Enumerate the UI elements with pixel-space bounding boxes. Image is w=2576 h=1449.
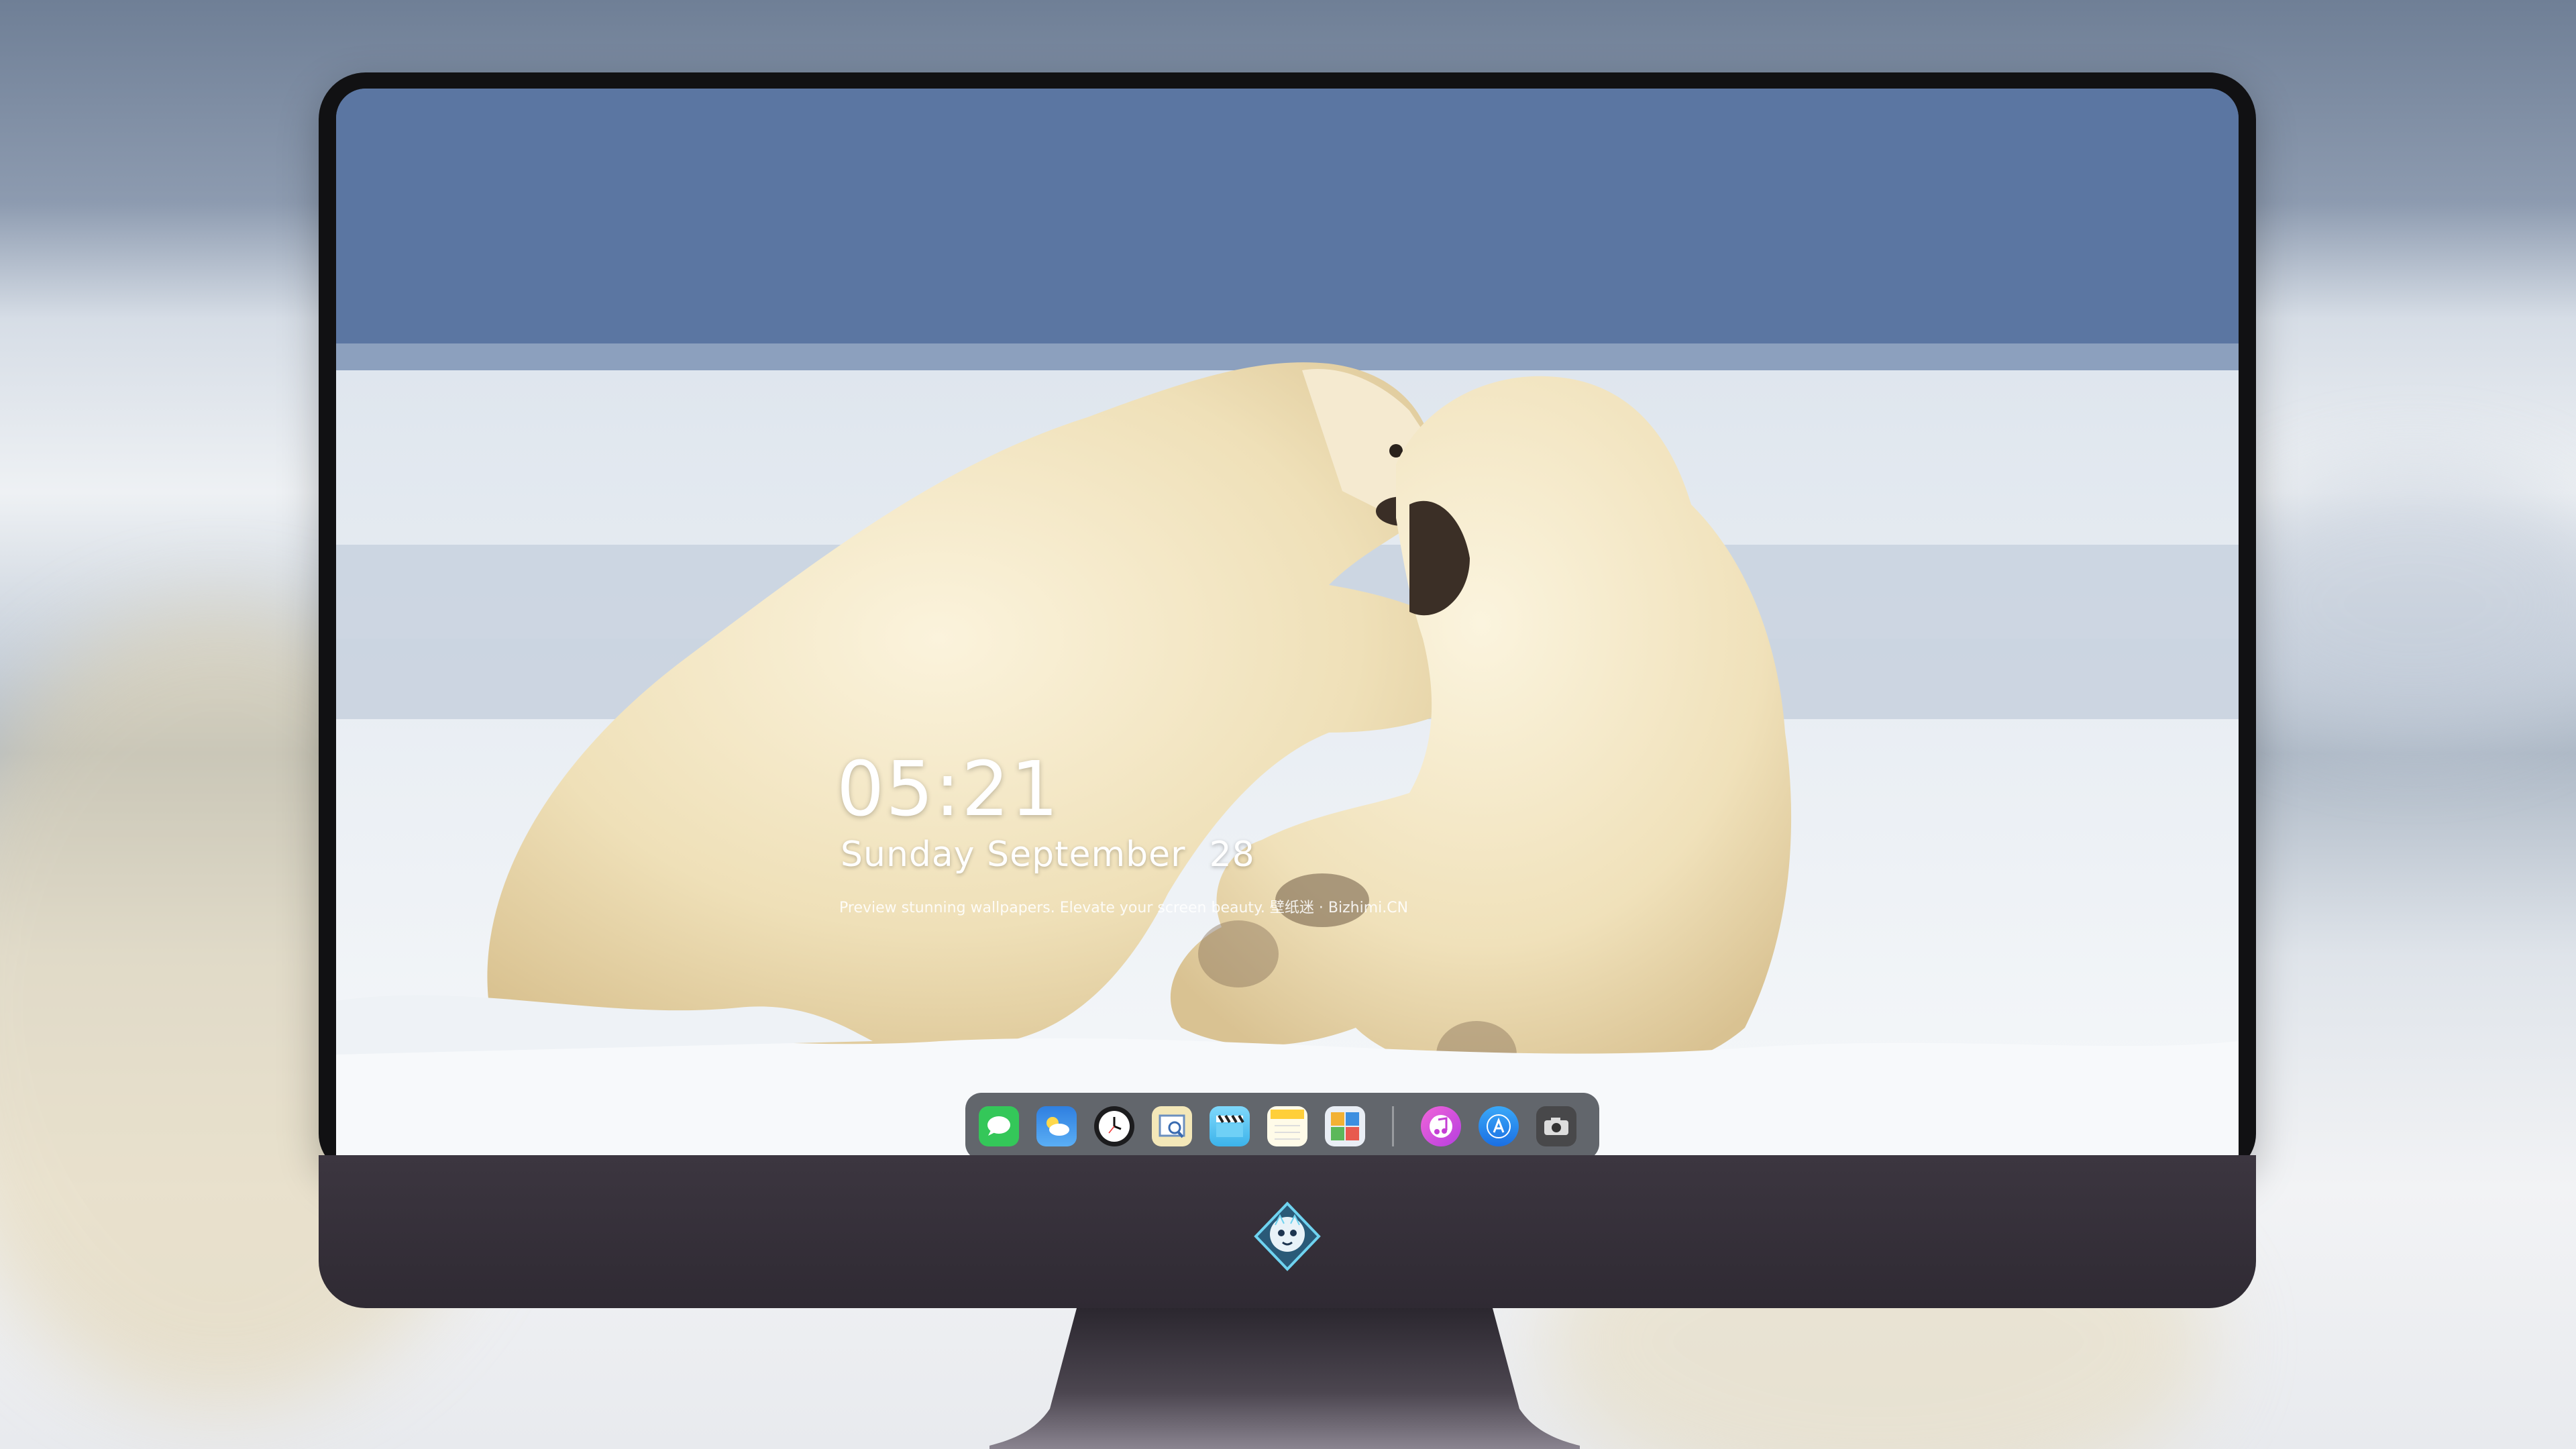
appstore-icon[interactable]	[1479, 1106, 1519, 1146]
monitor-bezel: 05:21 Sunday September 28 Preview stunni…	[319, 72, 2256, 1174]
lock-screen-time: 05:21	[837, 746, 1060, 833]
clips-icon[interactable]	[1210, 1106, 1250, 1146]
messages-icon[interactable]	[979, 1106, 1019, 1146]
notes-icon[interactable]	[1267, 1106, 1307, 1146]
lock-screen-date: Sunday September 28	[841, 835, 1255, 875]
dock	[965, 1093, 1599, 1159]
clock-icon[interactable]	[1094, 1106, 1134, 1146]
photobooth-icon[interactable]	[1325, 1106, 1365, 1146]
monitor-stand	[989, 1308, 1580, 1449]
wallpaper-tagline: Preview stunning wallpapers. Elevate you…	[839, 900, 1409, 916]
music-icon[interactable]	[1421, 1106, 1461, 1146]
camera-icon[interactable]	[1536, 1106, 1576, 1146]
bizhimi-logo	[1252, 1201, 1323, 1272]
weather-icon[interactable]	[1036, 1106, 1077, 1146]
screen: 05:21 Sunday September 28 Preview stunni…	[336, 89, 2239, 1159]
preview-icon[interactable]	[1152, 1106, 1192, 1146]
wallpaper	[336, 89, 2239, 1159]
dock-separator	[1392, 1106, 1394, 1146]
